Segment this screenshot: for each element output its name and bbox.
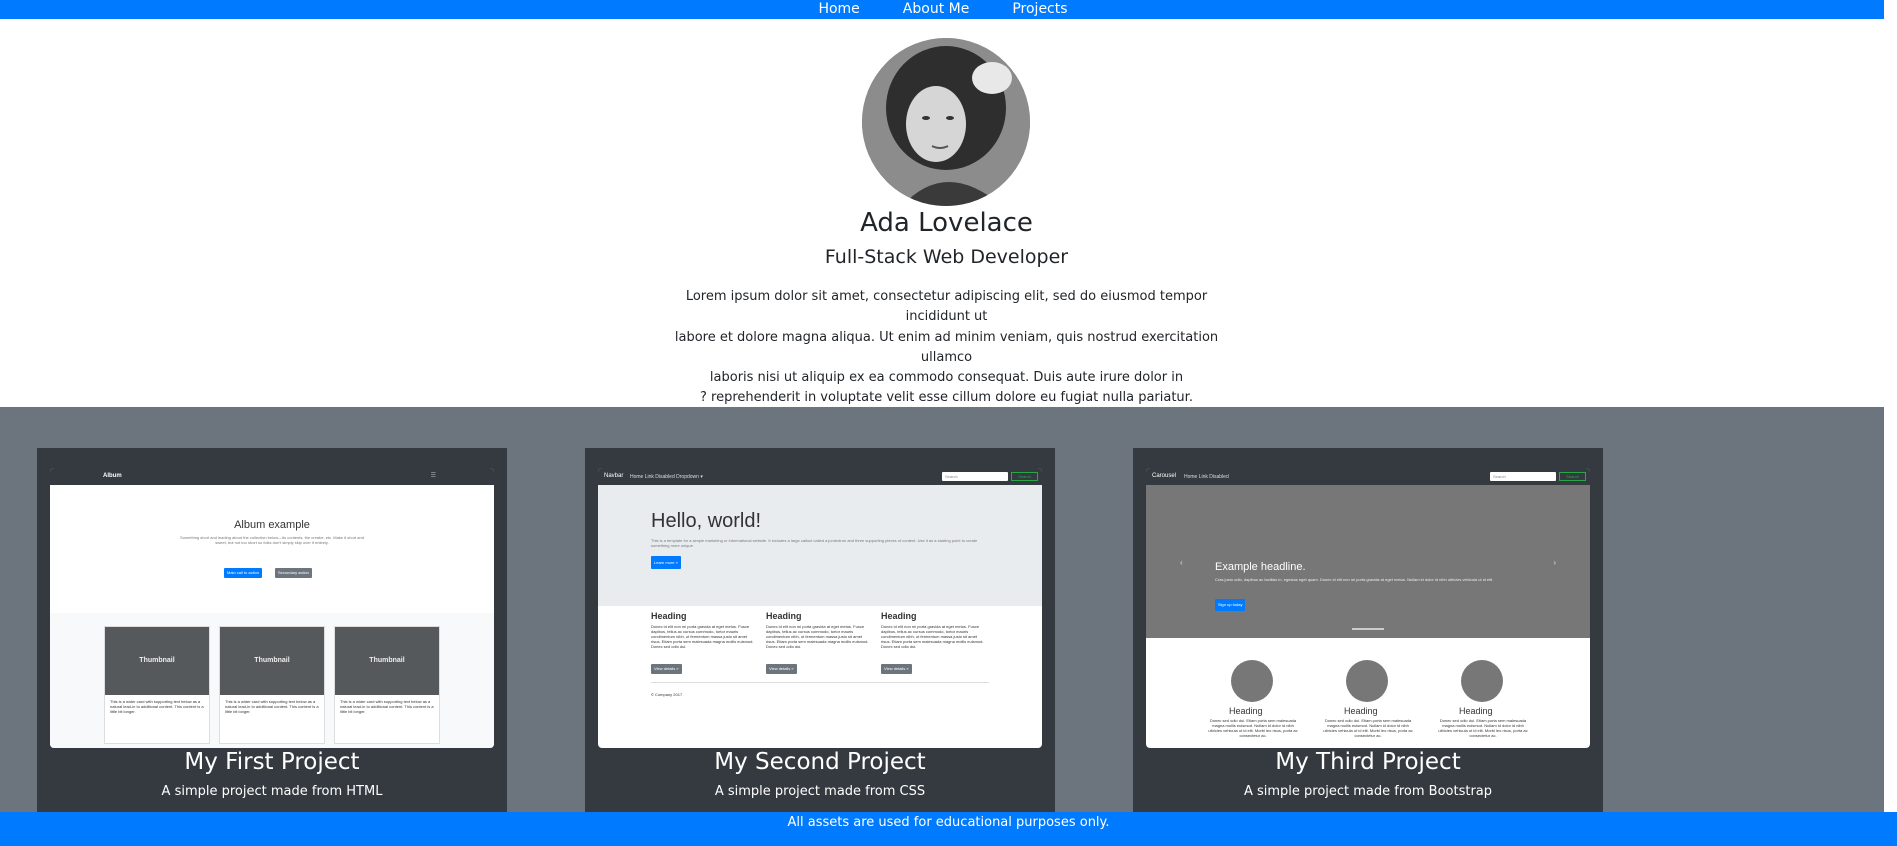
preview-circle-image [1231, 660, 1273, 702]
preview-search: Search [942, 472, 1008, 481]
preview-thumbnail: Thumbnail [335, 627, 439, 695]
preview-primary-button: Main call to action [224, 568, 263, 578]
preview-heading: Example headline. [1215, 561, 1306, 573]
preview-col-heading: Heading [1229, 706, 1263, 716]
preview-carousel [1146, 485, 1590, 638]
preview-details-button: View details » [881, 664, 912, 674]
preview-col-text: Donec sed odio dui. Etiam porta sem male… [1323, 718, 1413, 738]
portrait-image [862, 38, 1030, 206]
preview-divider [651, 682, 989, 683]
preview-navbar: Album ☰ [50, 468, 494, 485]
page-footer: All assets are used for educational purp… [0, 812, 1897, 846]
preview-learn-button: Learn more » [651, 556, 681, 569]
profile-name: Ada Lovelace [860, 208, 1033, 238]
preview-col-heading: Heading [881, 611, 917, 621]
project-card-3[interactable]: Carousel Home Link Disabled Search Searc… [1133, 448, 1603, 818]
carousel-next-icon: › [1553, 558, 1556, 567]
preview-card: Thumbnail This is a wider card with supp… [334, 626, 440, 744]
page-edge [1884, 0, 1897, 846]
project-3-preview: Carousel Home Link Disabled Search Searc… [1146, 468, 1590, 748]
preview-card-text: This is a wider card with supporting tex… [225, 699, 319, 714]
preview-col-heading: Heading [1344, 706, 1378, 716]
hamburger-icon: ☰ [430, 473, 436, 479]
preview-text: Something short and leading about the co… [180, 535, 364, 545]
preview-circle-image [1346, 660, 1388, 702]
preview-col-heading: Heading [766, 611, 802, 621]
project-card-1[interactable]: Album ☰ Album example Something short an… [37, 448, 507, 818]
preview-details-button: View details » [766, 664, 797, 674]
preview-col-text: Donec sed odio dui. Etiam porta sem male… [1208, 718, 1298, 738]
preview-search-button: Search [1559, 472, 1586, 481]
preview-brand: Album [103, 473, 122, 479]
avatar [862, 38, 1030, 206]
project-2-preview: Navbar Home Link Disabled Dropdown ▾ Sea… [598, 468, 1042, 748]
project-card-2[interactable]: Navbar Home Link Disabled Dropdown ▾ Sea… [585, 448, 1055, 818]
preview-footer: © Company 2017 [651, 692, 683, 697]
bio-line: ? reprehenderit in voluptate velit esse … [700, 390, 1193, 406]
preview-signup-button: Sign up today [1215, 599, 1246, 611]
preview-heading: Hello, world! [651, 510, 762, 532]
project-title[interactable]: My First Project [37, 746, 507, 778]
preview-search: Search [1490, 472, 1556, 481]
preview-navbar: Navbar Home Link Disabled Dropdown ▾ Sea… [598, 468, 1042, 485]
preview-card: Thumbnail This is a wider card with supp… [219, 626, 325, 744]
preview-navbar: Carousel Home Link Disabled Search Searc… [1146, 468, 1590, 485]
preview-thumbnail: Thumbnail [220, 627, 324, 695]
project-title[interactable]: My Third Project [1133, 746, 1603, 778]
project-description: A simple project made from CSS [714, 784, 926, 799]
preview-text: Cras justo odio, dapibus ac facilisis in… [1215, 577, 1494, 582]
preview-brand: Carousel [1152, 473, 1177, 479]
preview-card-text: This is a wider card with supporting tex… [110, 699, 204, 714]
preview-heading: Album example [234, 519, 310, 531]
nav-projects-link[interactable]: Projects [1012, 0, 1067, 19]
nav-home-link[interactable]: Home [818, 0, 859, 19]
top-nav: Home About Me Projects [0, 0, 1886, 19]
bio-line: labore et dolore magna aliqua. Ut enim a… [674, 329, 1219, 365]
preview-search-button: Search [1011, 472, 1038, 481]
preview-col-text: Donec id elit non mi porta gravida at eg… [881, 624, 984, 649]
profile-role: Full-Stack Web Developer [824, 246, 1069, 268]
preview-brand: Navbar [604, 473, 624, 479]
bio-line: Lorem ipsum dolor sit amet, consectetur … [685, 289, 1208, 325]
project-description: A simple project made from Bootstrap [1243, 784, 1493, 799]
bio-line: laboris nisi ut aliquip ex ea commodo co… [709, 370, 1184, 386]
preview-col-text: Donec id elit non mi porta gravida at eg… [651, 624, 754, 649]
preview-col-heading: Heading [1459, 706, 1493, 716]
preview-col-heading: Heading [651, 611, 687, 621]
preview-nav-links: Home Link Disabled [1184, 474, 1229, 480]
preview-col-text: Donec id elit non mi porta gravida at eg… [766, 624, 869, 649]
preview-circle-image [1461, 660, 1503, 702]
project-description: A simple project made from HTML [161, 784, 383, 799]
carousel-prev-icon: ‹ [1180, 558, 1183, 567]
preview-nav-links: Home Link Disabled Dropdown ▾ [630, 474, 703, 480]
preview-card: Thumbnail This is a wider card with supp… [104, 626, 210, 744]
carousel-indicators [1352, 628, 1384, 630]
project-1-preview: Album ☰ Album example Something short an… [50, 468, 494, 748]
nav-about-link[interactable]: About Me [903, 0, 970, 19]
preview-secondary-button: Secondary action [275, 568, 312, 578]
preview-text: This is a template for a simple marketin… [651, 538, 978, 548]
preview-col-text: Donec sed odio dui. Etiam porta sem male… [1438, 718, 1528, 738]
preview-hero [50, 485, 494, 626]
preview-details-button: View details » [651, 664, 682, 674]
project-title[interactable]: My Second Project [585, 746, 1055, 778]
preview-thumbnail: Thumbnail [105, 627, 209, 695]
preview-card-text: This is a wider card with supporting tex… [340, 699, 434, 714]
profile-bio: Lorem ipsum dolor sit amet, consectetur … [665, 287, 1228, 409]
footer-text: All assets are used for educational purp… [787, 815, 1110, 830]
